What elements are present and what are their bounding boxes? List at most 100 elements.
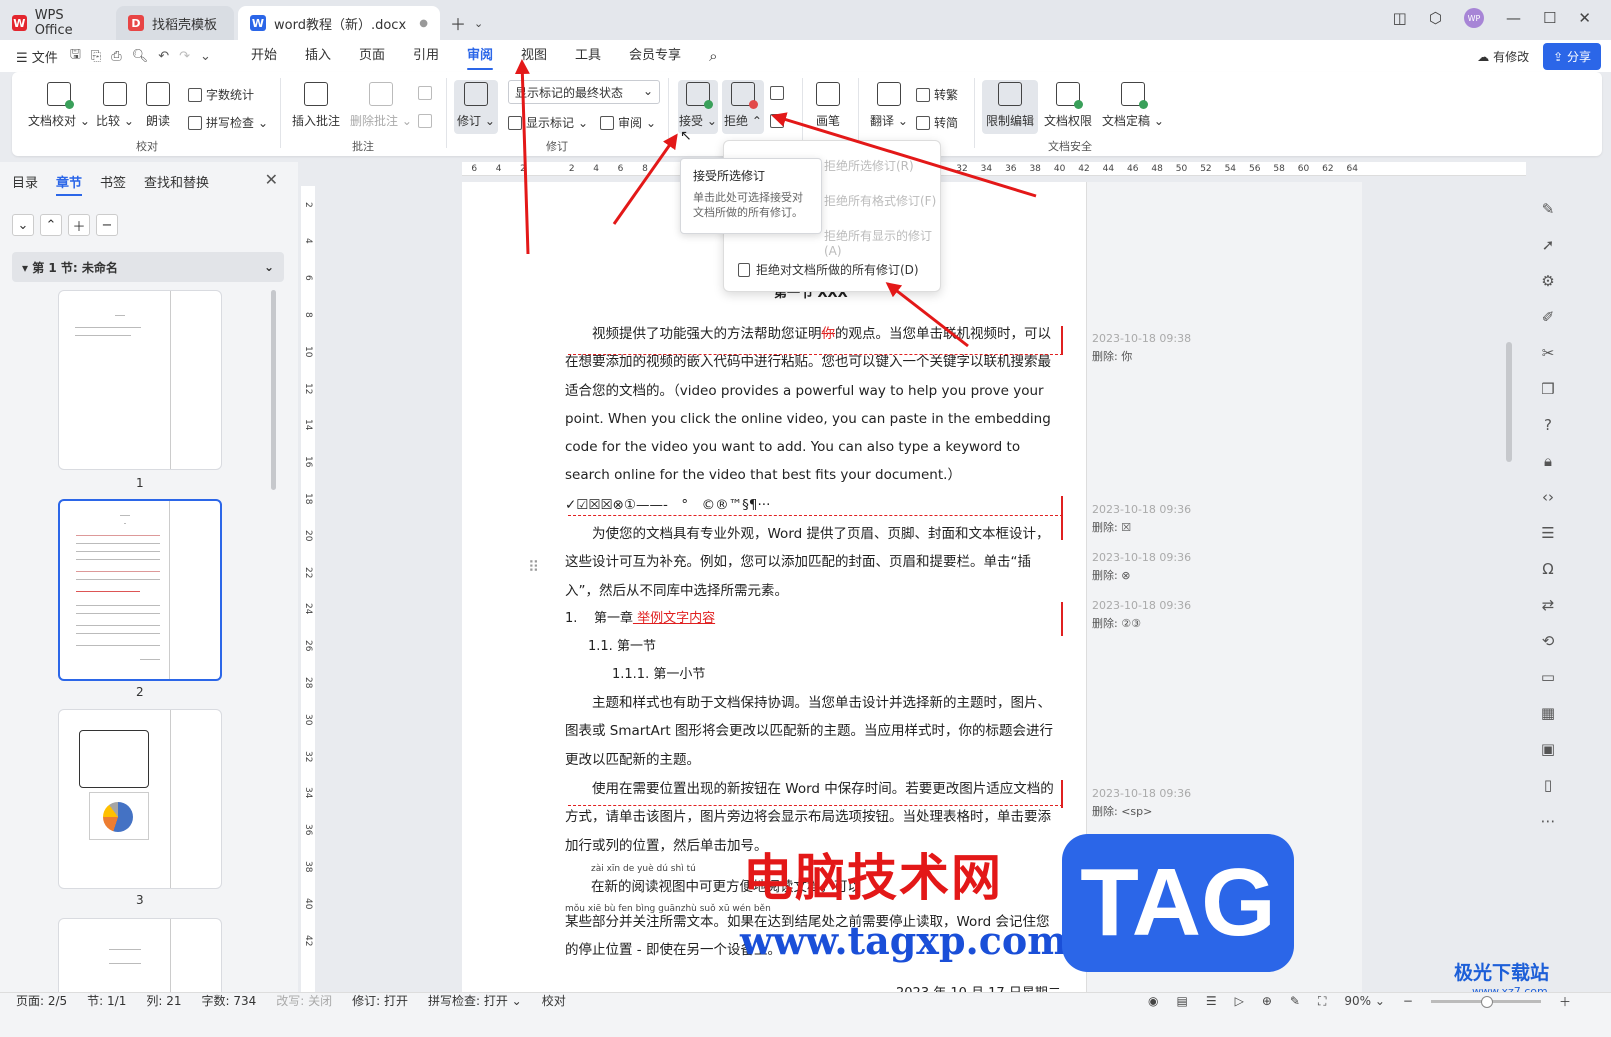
restrict-editing-button[interactable]: 限制编辑 <box>982 80 1038 134</box>
add-section-icon[interactable]: ＋ <box>68 214 90 236</box>
word-count-button[interactable]: 字数统计 <box>188 86 254 103</box>
zoom-level[interactable]: 90% ⌄ <box>1344 994 1385 1008</box>
select-icon[interactable]: ➚ <box>1542 236 1555 254</box>
compare-button[interactable]: 比较 ⌄ <box>96 82 134 129</box>
menu-tab-review[interactable]: 审阅 <box>453 40 507 72</box>
zoom-slider[interactable] <box>1430 995 1541 1008</box>
menu-tab-member[interactable]: 会员专享 <box>615 40 695 72</box>
page-thumbnail[interactable] <box>58 709 222 889</box>
redo-icon[interactable]: ↷ <box>179 49 190 64</box>
status-overwrite[interactable]: 改写: 关闭 <box>276 993 332 1009</box>
revision-note[interactable]: 2023-10-18 09:38 删除: 你 <box>1092 330 1191 366</box>
zoom-out-icon[interactable]: − <box>1403 994 1413 1008</box>
next-comment-button[interactable] <box>418 114 432 128</box>
omega-icon[interactable]: Ω <box>1542 560 1553 578</box>
book-icon[interactable]: ❒ <box>1541 380 1554 398</box>
document-icon[interactable]: ▯ <box>1544 776 1552 794</box>
close-icon[interactable]: ✕ <box>1578 9 1591 27</box>
menu-item-reject-all[interactable]: 拒绝对文档所做的所有修订(D) <box>738 261 919 278</box>
pen-mode-icon[interactable]: ✎ <box>1290 994 1300 1008</box>
paragraph[interactable]: 视频提供了功能强大的方法帮助您证明你的观点。当您单击联机视频时，可以在想要添加的… <box>565 320 1055 490</box>
menu-item-reject-shown[interactable]: 拒绝所有显示的修订(A) <box>824 227 940 258</box>
revision-note[interactable]: 2023-10-18 09:36 删除: ②③ <box>1092 597 1191 633</box>
track-changes-button[interactable]: 修订 ⌄ <box>454 80 498 134</box>
paragraph[interactable]: 主题和样式也有助于文档保持协调。当您单击设计并选择新的主题时，图片、图表或 Sm… <box>565 689 1055 774</box>
revision-note[interactable]: 2023-10-18 09:36 删除: ☒ <box>1092 501 1191 537</box>
doc-proof-button[interactable]: 文档校对 ⌄ <box>28 82 90 129</box>
chevron-up-icon[interactable]: ⌃ <box>40 214 62 236</box>
paragraph[interactable]: 为使您的文档具有专业外观，Word 提供了页眉、页脚、封面和文本框设计，这些设计… <box>565 520 1055 605</box>
layers-icon[interactable]: ☰ <box>1541 524 1554 542</box>
nav-tab-sections[interactable]: 章节 <box>56 172 83 196</box>
menu-tab-references[interactable]: 引用 <box>399 40 453 72</box>
menu-tab-page[interactable]: 页面 <box>345 40 399 72</box>
delete-comment-button[interactable]: 删除批注 ⌄ <box>350 82 412 129</box>
doc-permission-button[interactable]: 文档权限 <box>1044 82 1092 129</box>
avatar[interactable]: WP <box>1463 8 1484 28</box>
table-icon[interactable]: ▦ <box>1541 704 1555 722</box>
menu-tab-insert[interactable]: 插入 <box>291 40 345 72</box>
history-icon[interactable]: ⟲ <box>1542 632 1555 650</box>
play-icon[interactable]: ▷ <box>1235 994 1244 1008</box>
search-icon[interactable]: ⌕ <box>695 40 731 72</box>
menu-tab-view[interactable]: 视图 <box>507 40 561 72</box>
print-preview-icon[interactable]: 🔍︎ <box>132 49 149 64</box>
status-page[interactable]: 页面: 2/5 <box>16 993 67 1009</box>
accept-button[interactable]: 接受 ⌄ <box>678 80 718 134</box>
more-chevron-icon[interactable]: ⌄ <box>200 49 211 64</box>
status-proof[interactable]: 校对 <box>542 993 566 1009</box>
horizontal-ruler[interactable]: 6 4 2 2 4 6 8 32 34 36 38 40 42 44 46 48 50 52 54 56 58 60 62 6… <box>462 162 1526 176</box>
edit-icon[interactable]: ✐ <box>1542 308 1555 326</box>
page-view-icon[interactable]: ▤ <box>1177 994 1188 1008</box>
drag-handle-icon[interactable]: ⠿ <box>528 558 539 576</box>
tab-template[interactable]: D 找稻壳模板 <box>116 6 234 40</box>
status-spell[interactable]: 拼写检查: 打开 ⌄ <box>428 993 522 1009</box>
translate-icon[interactable]: ⇄ <box>1542 596 1555 614</box>
nav-tab-find-replace[interactable]: 查找和替换 <box>144 172 209 196</box>
tab-list-chevron-icon[interactable]: ⌄ <box>474 17 483 30</box>
save-icon[interactable]: 🖫 <box>70 45 81 67</box>
insert-comment-button[interactable]: 插入批注 <box>292 82 340 129</box>
menu-item-reject-format[interactable]: 拒绝所有格式修订(F) <box>824 192 936 209</box>
nav-scrollbar[interactable] <box>271 290 276 490</box>
menu-tab-tools[interactable]: 工具 <box>561 40 615 72</box>
tools-icon[interactable]: ✂ <box>1542 344 1555 362</box>
to-traditional-button[interactable]: 转繁 <box>916 86 958 103</box>
export-icon[interactable]: ⎘ <box>91 49 101 64</box>
to-simplified-button[interactable]: 转简 <box>916 114 958 131</box>
display-mode-select[interactable]: 显示标记的最终状态 ⌄ <box>508 80 660 104</box>
next-revision-button[interactable] <box>770 114 784 128</box>
nav-tab-toc[interactable]: 目录 <box>12 172 38 196</box>
file-menu[interactable]: ☰ 文件 <box>16 47 58 66</box>
code-icon[interactable]: ‹› <box>1542 488 1554 506</box>
list-item-chapter[interactable]: 1. 第一章 举例文字内容 <box>565 607 715 626</box>
pen-icon[interactable]: ✎ <box>1542 200 1555 218</box>
web-view-icon[interactable]: ⊕ <box>1262 994 1272 1008</box>
status-words[interactable]: 字数: 734 <box>201 993 256 1009</box>
more-icon[interactable]: ⋯ <box>1541 812 1556 830</box>
chevron-down-icon[interactable]: ⌄ <box>12 214 34 236</box>
fit-icon[interactable]: ⛶ <box>1318 994 1326 1009</box>
revision-note[interactable]: 2023-10-18 09:36 删除: ⊗ <box>1092 549 1191 585</box>
menu-tab-home[interactable]: 开始 <box>237 40 291 72</box>
pen-button[interactable]: 画笔 <box>816 82 840 129</box>
image-icon[interactable]: ▣ <box>1541 740 1555 758</box>
prev-comment-button[interactable] <box>418 86 432 100</box>
tab-document[interactable]: W word教程（新）.docx ● <box>238 6 440 40</box>
has-changes-indicator[interactable]: ☁ 有修改 <box>1477 48 1529 65</box>
eye-icon[interactable]: ◉ <box>1148 994 1158 1008</box>
zoom-in-icon[interactable]: ＋ <box>1559 993 1571 1010</box>
help-icon[interactable]: ? <box>1544 416 1552 434</box>
page-thumbnail[interactable] <box>58 918 222 998</box>
list-item-subsection[interactable]: 1.1.1. 第一小节 <box>612 663 705 682</box>
layout-icon[interactable]: ◫ <box>1393 9 1407 27</box>
section-header[interactable]: ▾ 第 1 节: 未命名 ⌄ <box>12 252 284 282</box>
list-item-section[interactable]: 1.1. 第一节 <box>588 635 656 654</box>
reject-button[interactable]: 拒绝 ⌃ <box>722 80 764 134</box>
remove-section-icon[interactable]: − <box>96 214 118 236</box>
vertical-ruler[interactable]: 2 4 6 8 10 12 14 16 18 20 22 24 26 28 30 32 34 36 38 40 42 <box>301 186 315 992</box>
cube-icon[interactable]: ⬡ <box>1429 9 1442 27</box>
settings-sliders-icon[interactable]: ⚙ <box>1541 272 1554 290</box>
read-aloud-button[interactable]: 朗读 <box>146 82 170 129</box>
document-scrollbar[interactable] <box>1506 342 1512 462</box>
